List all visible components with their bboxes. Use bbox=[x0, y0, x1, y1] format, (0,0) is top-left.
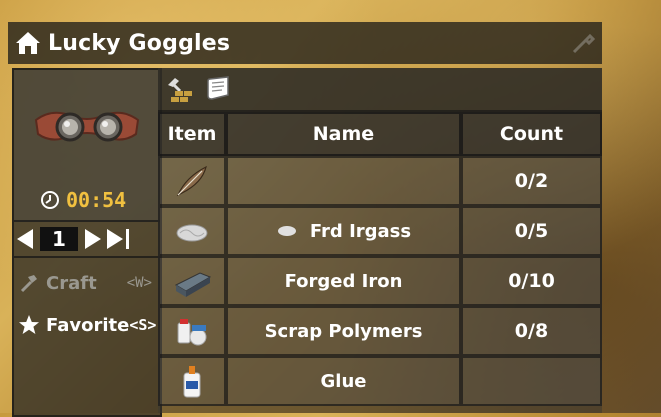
table-header: Item Name Count bbox=[158, 112, 602, 156]
ingredient-count: 0/2 bbox=[461, 156, 602, 206]
forged-iron-icon bbox=[170, 263, 214, 299]
goggles-icon bbox=[32, 100, 142, 160]
table-row: 0/2 bbox=[158, 156, 602, 206]
ingredient-name: Frd Irgass bbox=[309, 220, 412, 242]
table-row: Forged Iron 0/10 bbox=[158, 256, 602, 306]
craft-timer: 00:54 bbox=[40, 188, 126, 212]
favorite-button[interactable]: Favorite <S> bbox=[14, 308, 160, 342]
hammer-icon bbox=[18, 272, 40, 294]
table-row: Glue bbox=[158, 356, 602, 406]
max-quantity-icon[interactable] bbox=[104, 227, 132, 251]
ingredient-count bbox=[461, 356, 602, 406]
home-icon[interactable] bbox=[14, 29, 42, 57]
craft-label: Craft bbox=[46, 272, 97, 294]
ingredient-name bbox=[226, 156, 461, 206]
fiberglass-icon bbox=[170, 213, 214, 249]
star-icon bbox=[18, 314, 40, 336]
ingredient-name: Forged Iron bbox=[226, 256, 461, 306]
header-count: Count bbox=[461, 112, 602, 156]
timer-value: 00:54 bbox=[66, 188, 127, 212]
recipe-info-panel: 00:54 1 Craft <W> Favorite <S> bbox=[12, 68, 162, 417]
table-row: Scrap Polymers 0/8 bbox=[158, 306, 602, 356]
ingredient-count: 0/10 bbox=[461, 256, 602, 306]
hammer-bricks-icon[interactable] bbox=[164, 74, 196, 104]
window-title: Lucky Goggles bbox=[48, 30, 231, 56]
header-item: Item bbox=[158, 112, 226, 156]
item-preview: 00:54 bbox=[14, 70, 160, 222]
ingredients-table: Item Name Count 0/2 Frd Irgass 0/5 Forge… bbox=[158, 112, 602, 406]
craft-button[interactable]: Craft <W> bbox=[14, 266, 160, 300]
favorite-hotkey: <S> bbox=[129, 316, 157, 334]
wrench-icon bbox=[570, 30, 596, 56]
ingredient-name: Glue bbox=[226, 356, 461, 406]
ingredient-name: Scrap Polymers bbox=[226, 306, 461, 356]
ingredient-count: 0/8 bbox=[461, 306, 602, 356]
craft-hotkey: <W> bbox=[126, 275, 152, 291]
glue-icon bbox=[170, 363, 214, 399]
ingredients-panel: Item Name Count 0/2 Frd Irgass 0/5 Forge… bbox=[158, 68, 602, 413]
fiberglass-small-icon bbox=[276, 223, 298, 239]
book-icon[interactable] bbox=[202, 74, 234, 104]
ingredient-count: 0/5 bbox=[461, 206, 602, 256]
crafting-window: Lucky Goggles 00:54 1 Craft <W> Favorite… bbox=[8, 22, 602, 417]
increase-arrow-icon[interactable] bbox=[82, 227, 104, 251]
header-name: Name bbox=[226, 112, 461, 156]
table-row: Frd Irgass 0/5 bbox=[158, 206, 602, 256]
favorite-label: Favorite bbox=[46, 314, 130, 336]
feather-icon bbox=[170, 163, 214, 199]
scrap-polymers-icon bbox=[170, 313, 214, 349]
decrease-arrow-icon[interactable] bbox=[14, 227, 36, 251]
title-bar: Lucky Goggles bbox=[8, 22, 602, 64]
ingredients-tab-bar bbox=[158, 68, 602, 112]
clock-icon bbox=[40, 190, 60, 210]
quantity-value[interactable]: 1 bbox=[40, 227, 78, 251]
quantity-stepper: 1 bbox=[14, 222, 160, 258]
